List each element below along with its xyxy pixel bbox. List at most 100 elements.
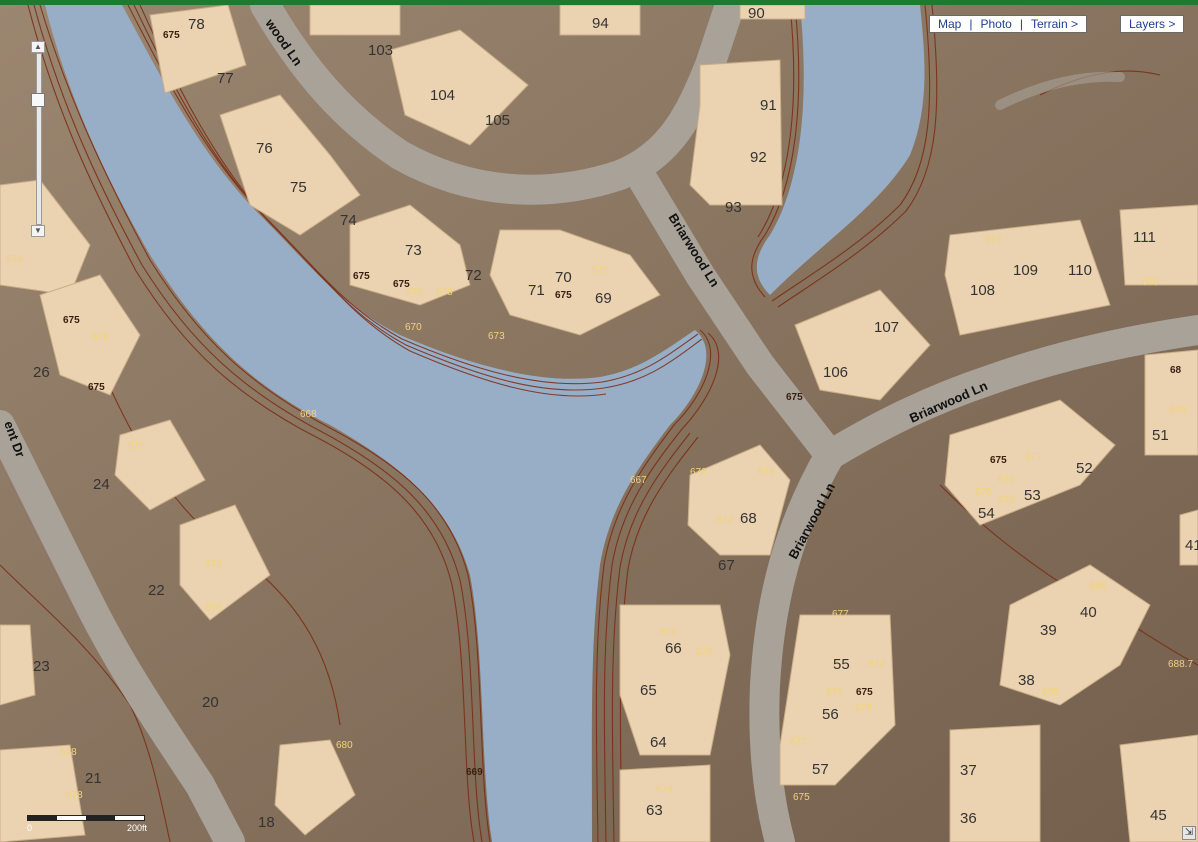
svg-text:674: 674 xyxy=(998,495,1015,506)
svg-text:675: 675 xyxy=(88,382,105,393)
map-type-map[interactable]: Map xyxy=(930,17,969,31)
svg-text:57: 57 xyxy=(812,761,829,778)
svg-text:675: 675 xyxy=(856,687,873,698)
svg-text:673: 673 xyxy=(488,331,505,342)
svg-text:677: 677 xyxy=(1025,452,1042,463)
svg-text:104: 104 xyxy=(430,87,455,104)
svg-text:670: 670 xyxy=(405,322,422,333)
zoom-out-button[interactable]: ▼ xyxy=(31,225,45,237)
svg-text:678: 678 xyxy=(60,747,77,758)
zoom-track[interactable] xyxy=(36,53,42,225)
svg-text:675: 675 xyxy=(990,455,1007,466)
svg-text:668: 668 xyxy=(300,409,317,420)
svg-text:667: 667 xyxy=(630,475,647,486)
resize-handle-icon[interactable]: ⇲ xyxy=(1182,826,1196,840)
map-type-terrain[interactable]: Terrain > xyxy=(1023,17,1086,31)
svg-text:109: 109 xyxy=(1013,262,1038,279)
svg-text:22: 22 xyxy=(148,582,165,599)
svg-text:20: 20 xyxy=(202,694,219,711)
svg-text:106: 106 xyxy=(823,364,848,381)
zoom-in-button[interactable]: ▲ xyxy=(31,41,45,53)
svg-text:64: 64 xyxy=(650,734,667,751)
svg-text:678: 678 xyxy=(855,703,872,714)
svg-text:678: 678 xyxy=(696,647,713,658)
svg-text:675: 675 xyxy=(786,392,803,403)
svg-text:54: 54 xyxy=(978,505,995,522)
svg-text:73: 73 xyxy=(405,242,422,259)
svg-text:68: 68 xyxy=(1170,365,1182,376)
svg-text:108: 108 xyxy=(970,282,995,299)
svg-text:678: 678 xyxy=(436,287,453,298)
svg-text:675: 675 xyxy=(353,271,370,282)
svg-text:94: 94 xyxy=(592,15,609,32)
svg-text:103: 103 xyxy=(368,42,393,59)
svg-text:672: 672 xyxy=(716,515,733,526)
svg-text:38: 38 xyxy=(1018,672,1035,689)
svg-text:52: 52 xyxy=(1076,460,1093,477)
svg-text:676: 676 xyxy=(205,603,222,614)
svg-text:678: 678 xyxy=(66,790,83,801)
svg-text:111: 111 xyxy=(1133,229,1156,246)
svg-text:92: 92 xyxy=(750,149,767,166)
svg-text:37: 37 xyxy=(960,762,977,779)
scale-start-label: 0 xyxy=(27,823,33,833)
svg-text:39: 39 xyxy=(1040,622,1057,639)
svg-text:110: 110 xyxy=(1068,262,1092,279)
svg-text:75: 75 xyxy=(290,179,307,196)
svg-text:678: 678 xyxy=(592,265,609,276)
svg-text:18: 18 xyxy=(258,814,275,831)
svg-text:679: 679 xyxy=(1170,405,1187,416)
svg-text:673: 673 xyxy=(998,475,1015,486)
svg-text:66: 66 xyxy=(665,640,682,657)
svg-text:676: 676 xyxy=(975,487,992,498)
svg-text:675: 675 xyxy=(793,792,810,803)
svg-text:65: 65 xyxy=(640,682,657,699)
svg-text:674: 674 xyxy=(656,784,673,795)
svg-text:21: 21 xyxy=(85,770,102,787)
svg-text:107: 107 xyxy=(874,319,899,336)
svg-text:69: 69 xyxy=(595,290,612,307)
svg-text:24: 24 xyxy=(93,476,110,493)
layers-control[interactable]: Layers > xyxy=(1120,15,1185,33)
zoom-slider[interactable]: ▲ ▼ xyxy=(31,41,45,237)
svg-text:23: 23 xyxy=(33,658,50,675)
svg-text:74: 74 xyxy=(340,212,357,229)
svg-text:675: 675 xyxy=(63,315,80,326)
svg-text:40: 40 xyxy=(1080,604,1097,621)
svg-text:72: 72 xyxy=(465,267,482,284)
svg-text:674: 674 xyxy=(985,234,1002,245)
svg-text:679: 679 xyxy=(1142,277,1159,288)
svg-text:689: 689 xyxy=(1042,687,1059,698)
svg-text:672: 672 xyxy=(690,467,707,478)
map-type-bar: Map | Photo | Terrain > xyxy=(929,15,1087,33)
scale-bar-graphic xyxy=(27,815,145,821)
map-canvas[interactable]: 78 77 103 94 90 104 105 91 92 93 76 75 74 73 72 7… xyxy=(0,5,1198,842)
svg-text:676: 676 xyxy=(205,559,222,570)
svg-text:53: 53 xyxy=(1024,487,1041,504)
svg-text:45: 45 xyxy=(1150,807,1167,824)
svg-text:686: 686 xyxy=(1090,581,1107,592)
svg-text:676: 676 xyxy=(758,467,775,478)
svg-text:76: 76 xyxy=(256,140,273,157)
layers-button[interactable]: Layers > xyxy=(1121,17,1183,31)
svg-text:41: 41 xyxy=(1185,537,1198,554)
svg-text:71: 71 xyxy=(528,282,545,299)
svg-text:90: 90 xyxy=(748,5,765,22)
map-type-photo[interactable]: Photo xyxy=(972,17,1019,31)
svg-text:70: 70 xyxy=(555,269,572,286)
svg-text:669: 669 xyxy=(466,767,483,778)
svg-text:673: 673 xyxy=(406,287,423,298)
svg-text:105: 105 xyxy=(485,112,510,129)
svg-text:672: 672 xyxy=(868,659,885,670)
zoom-thumb-handle[interactable] xyxy=(31,93,45,107)
svg-text:77: 77 xyxy=(217,70,234,87)
svg-text:55: 55 xyxy=(833,656,850,673)
svg-text:91: 91 xyxy=(760,97,777,114)
svg-text:93: 93 xyxy=(725,199,742,216)
svg-text:688.7: 688.7 xyxy=(1168,659,1193,670)
svg-text:677: 677 xyxy=(832,609,849,620)
svg-text:676: 676 xyxy=(92,332,109,343)
svg-text:68: 68 xyxy=(740,510,757,527)
svg-text:63: 63 xyxy=(646,802,663,819)
svg-text:675: 675 xyxy=(163,30,180,41)
